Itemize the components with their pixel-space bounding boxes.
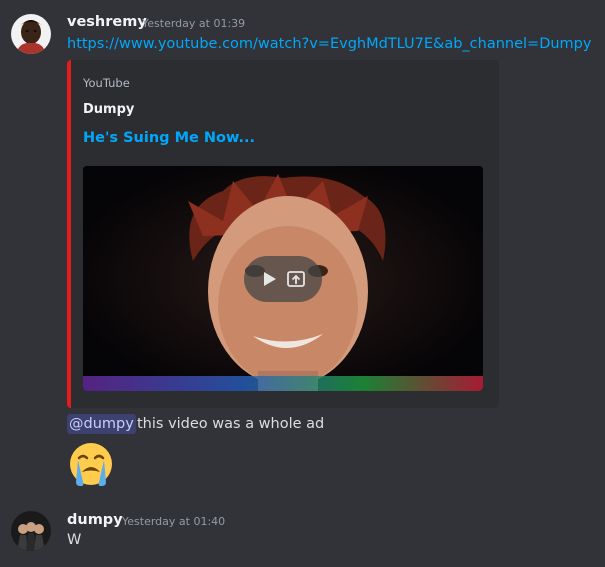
embed-title[interactable]: He's Suing Me Now...: [83, 130, 255, 146]
message-text: W: [67, 532, 82, 548]
user-mention[interactable]: @dumpy: [67, 414, 136, 434]
author-name[interactable]: dumpy: [67, 512, 123, 528]
message-timestamp: Yesterday at 01:39: [142, 17, 246, 30]
open-external-icon: [287, 271, 305, 287]
loudly-crying-face-icon[interactable]: [67, 440, 115, 488]
youtube-embed: YouTube Dumpy He's Suing Me Now...: [67, 60, 499, 408]
message-dumpy: dumpy Yesterday at 01:40: [0, 505, 605, 567]
video-thumbnail[interactable]: [83, 166, 483, 391]
author-name[interactable]: veshremy: [67, 14, 147, 30]
youtube-link[interactable]: https://www.youtube.com/watch?v=EvghMdTL…: [67, 36, 591, 52]
avatar-dumpy[interactable]: [11, 511, 51, 551]
avatar-veshremy[interactable]: [11, 14, 51, 54]
play-button[interactable]: [244, 256, 322, 302]
embed-provider[interactable]: YouTube: [83, 76, 130, 90]
embed-author[interactable]: Dumpy: [83, 102, 134, 117]
message-text: this video was a whole ad: [137, 416, 325, 432]
play-icon: [264, 272, 276, 286]
message-veshremy: veshremy Yesterday at 01:39 https://www.…: [0, 0, 605, 500]
message-timestamp: Yesterday at 01:40: [122, 515, 226, 528]
